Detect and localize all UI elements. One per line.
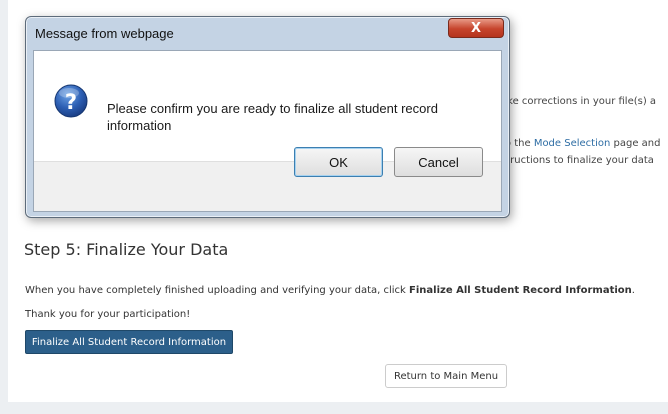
dialog-title: Message from webpage (35, 26, 174, 41)
finalize-text-bold: Finalize All Student Record Information (409, 285, 632, 296)
finalize-text-prefix: When you have completely finished upload… (25, 285, 410, 296)
instruction-text-fragment-1: ake corrections in your file(s) a (501, 96, 657, 107)
dialog-body: ? Please confirm you are ready to finali… (33, 50, 502, 212)
dialog-message: Please confirm you are ready to finalize… (107, 101, 438, 133)
return-to-main-menu-button[interactable]: Return to Main Menu (385, 364, 507, 388)
step-heading: Step 5: Finalize Your Data (24, 240, 229, 259)
close-button[interactable]: X (448, 18, 504, 38)
ok-button[interactable]: OK (294, 147, 383, 177)
question-icon: ? (54, 84, 88, 118)
instruction-text-fragment-2: to the Mode Selection page and (501, 138, 660, 149)
confirm-dialog: Message from webpage X ? Please confirm … (25, 16, 510, 218)
svg-text:?: ? (65, 90, 77, 114)
mode-selection-link[interactable]: Mode Selection (534, 138, 611, 149)
cancel-button[interactable]: Cancel (394, 147, 483, 177)
finalize-all-button[interactable]: Finalize All Student Record Information (25, 330, 233, 354)
instruction-text-fragment-3: structions to finalize your data (501, 155, 654, 166)
instruction-text-suffix: page and (610, 138, 661, 149)
finalize-instruction-text: When you have completely finished upload… (25, 285, 635, 296)
close-icon: X (470, 20, 482, 36)
dialog-content: ? Please confirm you are ready to finali… (34, 51, 501, 161)
thanks-text: Thank you for your participation! (25, 309, 191, 320)
finalize-text-suffix: . (631, 285, 635, 296)
